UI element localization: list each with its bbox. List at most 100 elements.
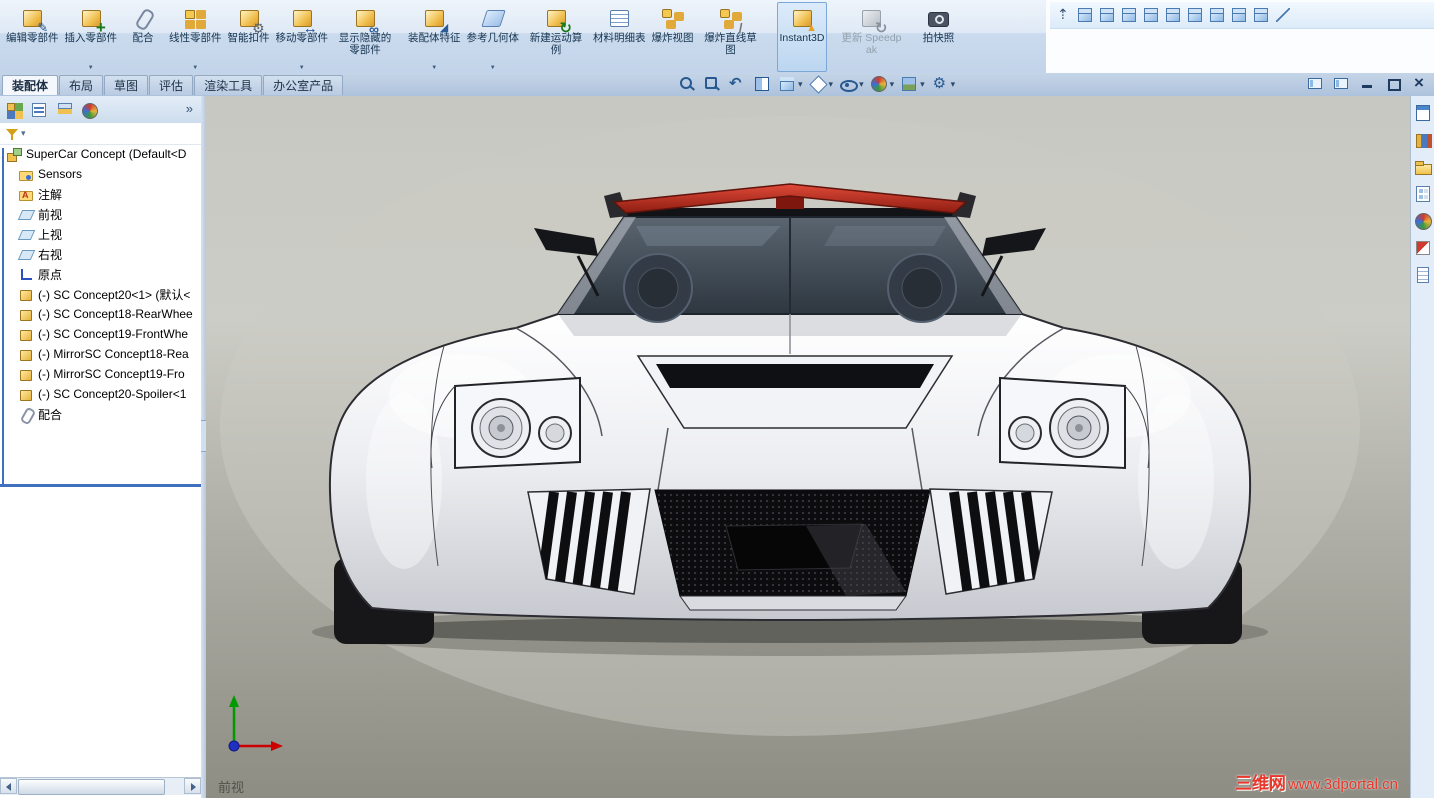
- task-pane-tab-icon[interactable]: [1413, 130, 1433, 150]
- command-tab[interactable]: 办公室产品: [263, 75, 344, 95]
- ribbon-button-row: 编辑零部件 插入零部件 配合 线性零部件: [0, 0, 1046, 73]
- view-toolbar-icon[interactable]: [1230, 6, 1248, 24]
- ribbon-button[interactable]: 装配体特征: [405, 2, 464, 72]
- dropdown-caret-icon: [890, 79, 895, 90]
- command-tab[interactable]: 草图: [104, 75, 149, 95]
- ribbon-button[interactable]: 配合: [120, 2, 166, 72]
- heads-up-button[interactable]: [868, 74, 896, 94]
- view-toolbar-icon[interactable]: [1054, 6, 1072, 24]
- panel-tab-icon[interactable]: [28, 99, 50, 121]
- tree-item[interactable]: 右视: [0, 244, 201, 264]
- command-tab[interactable]: 装配体: [2, 75, 59, 95]
- task-pane-tab-icon[interactable]: [1413, 184, 1433, 204]
- ribbon-button[interactable]: 智能扣件: [225, 2, 273, 72]
- command-tab[interactable]: 评估: [149, 75, 194, 95]
- view-toolbar-icon[interactable]: [1098, 6, 1116, 24]
- heads-up-button[interactable]: [898, 74, 926, 94]
- tree-item-label: 注解: [38, 187, 63, 202]
- panel-tab-icon[interactable]: [3, 99, 25, 121]
- task-pane-tab-icon[interactable]: [1413, 157, 1433, 177]
- task-pane-tab-icon[interactable]: [1413, 211, 1433, 231]
- tree-item[interactable]: (-) SC Concept20<1> (默认<: [0, 284, 201, 304]
- ribbon-button[interactable]: 材料明细表: [590, 2, 649, 72]
- graphics-area[interactable]: 前视 三维网 www.3dportal.cn: [206, 96, 1410, 798]
- tree-item[interactable]: 前视: [0, 204, 201, 224]
- ribbon-button[interactable]: Instant3D: [776, 2, 828, 72]
- ribbon-button-icon: [420, 6, 448, 34]
- heads-up-button[interactable]: [701, 74, 723, 94]
- view-toolbar-icon[interactable]: [1076, 6, 1094, 24]
- ribbon-button[interactable]: 编辑零部件: [3, 2, 62, 72]
- command-tab[interactable]: 布局: [59, 75, 104, 95]
- ribbon-button[interactable]: 爆炸视图: [649, 2, 697, 72]
- scroll-right-button[interactable]: [184, 778, 201, 794]
- tree-item-icon: [18, 287, 34, 302]
- view-toolbar-icon[interactable]: [1142, 6, 1160, 24]
- view-toolbar-icon[interactable]: [1164, 6, 1182, 24]
- ribbon-button[interactable]: 参考几何体: [464, 2, 523, 72]
- ribbon-button[interactable]: 移动零部件: [273, 2, 332, 72]
- tree-item[interactable]: 配合: [0, 404, 201, 424]
- tree-item[interactable]: Sensors: [0, 164, 201, 184]
- heads-up-glyph-icon: [808, 75, 828, 93]
- panel-toggle-icon-2[interactable]: [1330, 75, 1352, 92]
- heads-up-button[interactable]: [776, 74, 804, 94]
- tree-item-icon: [18, 267, 34, 282]
- ribbon-button[interactable]: 拍快照: [915, 2, 961, 72]
- panel-horizontal-scrollbar[interactable]: [0, 777, 201, 795]
- scrollbar-thumb[interactable]: [18, 779, 165, 795]
- heads-up-button[interactable]: [807, 74, 835, 94]
- tree-item[interactable]: SuperCar Concept (Default<D: [0, 144, 201, 164]
- heads-up-button[interactable]: [726, 74, 748, 94]
- heads-up-button[interactable]: [837, 74, 865, 94]
- panel-tab-strip: [0, 96, 201, 124]
- panel-tab-icon[interactable]: [78, 99, 100, 121]
- ribbon-button-label: 配合: [132, 32, 154, 44]
- ribbon-button[interactable]: 更新 Speedpak: [837, 2, 905, 72]
- filter-funnel-icon[interactable]: [5, 127, 19, 141]
- tree-item[interactable]: (-) MirrorSC Concept18-Rea: [0, 344, 201, 364]
- ribbon-button[interactable]: 插入零部件: [62, 2, 121, 72]
- tree-item[interactable]: (-) SC Concept19-FrontWhe: [0, 324, 201, 344]
- tree-item[interactable]: 注解: [0, 184, 201, 204]
- command-tab[interactable]: 渲染工具: [194, 75, 263, 95]
- main-area: » SuperCar Concept (Default<D Sensors A …: [0, 96, 1434, 798]
- ribbon-button-label: 显示隐藏的零部件: [338, 32, 392, 56]
- filter-caret-icon[interactable]: [21, 128, 26, 139]
- heads-up-glyph-icon: [702, 75, 722, 93]
- tree-item[interactable]: (-) MirrorSC Concept19-Fro: [0, 364, 201, 384]
- tree-item[interactable]: (-) SC Concept18-RearWhee: [0, 304, 201, 324]
- view-toolbar-icon[interactable]: [1186, 6, 1204, 24]
- heads-up-button[interactable]: [929, 74, 957, 94]
- close-button[interactable]: [1408, 73, 1430, 93]
- rollback-bar[interactable]: [0, 484, 201, 487]
- task-pane-tab-icon[interactable]: [1413, 238, 1433, 258]
- tree-item[interactable]: 原点: [0, 264, 201, 284]
- watermark-brand: 三维网: [1234, 774, 1286, 793]
- tree-item[interactable]: (-) SC Concept20-Spoiler<1: [0, 384, 201, 404]
- tree-item-icon: [18, 367, 34, 382]
- panel-tabs-overflow-chevron[interactable]: »: [186, 101, 193, 116]
- command-tab-label: 评估: [159, 79, 184, 93]
- tree-item[interactable]: 上视: [0, 224, 201, 244]
- heads-up-button[interactable]: [676, 74, 698, 94]
- view-toolbar-icon[interactable]: [1274, 6, 1292, 24]
- ribbon-button[interactable]: 新建运动算例: [522, 2, 590, 72]
- ribbon-button[interactable]: 线性零部件: [166, 2, 225, 72]
- heads-up-glyph-icon: [777, 75, 797, 93]
- minimize-button[interactable]: [1356, 75, 1378, 92]
- view-toolbar-icon[interactable]: [1208, 6, 1226, 24]
- heads-up-button[interactable]: [751, 74, 773, 94]
- panel-tab-icon[interactable]: [53, 99, 75, 121]
- ribbon-button[interactable]: 爆炸直线草图: [697, 2, 765, 72]
- restore-button[interactable]: [1382, 75, 1404, 92]
- view-toolbar-icon[interactable]: [1120, 6, 1138, 24]
- command-tab-label: 装配体: [12, 79, 49, 93]
- view-toolbar-icon[interactable]: [1252, 6, 1270, 24]
- task-pane-tab-icon[interactable]: [1413, 265, 1433, 285]
- task-pane-tab-icon[interactable]: [1413, 103, 1433, 123]
- ribbon-button[interactable]: 显示隐藏的零部件: [331, 2, 399, 72]
- panel-toggle-icon-1[interactable]: [1304, 75, 1326, 92]
- scroll-left-button[interactable]: [0, 778, 17, 794]
- heads-up-glyph-icon: [677, 75, 697, 93]
